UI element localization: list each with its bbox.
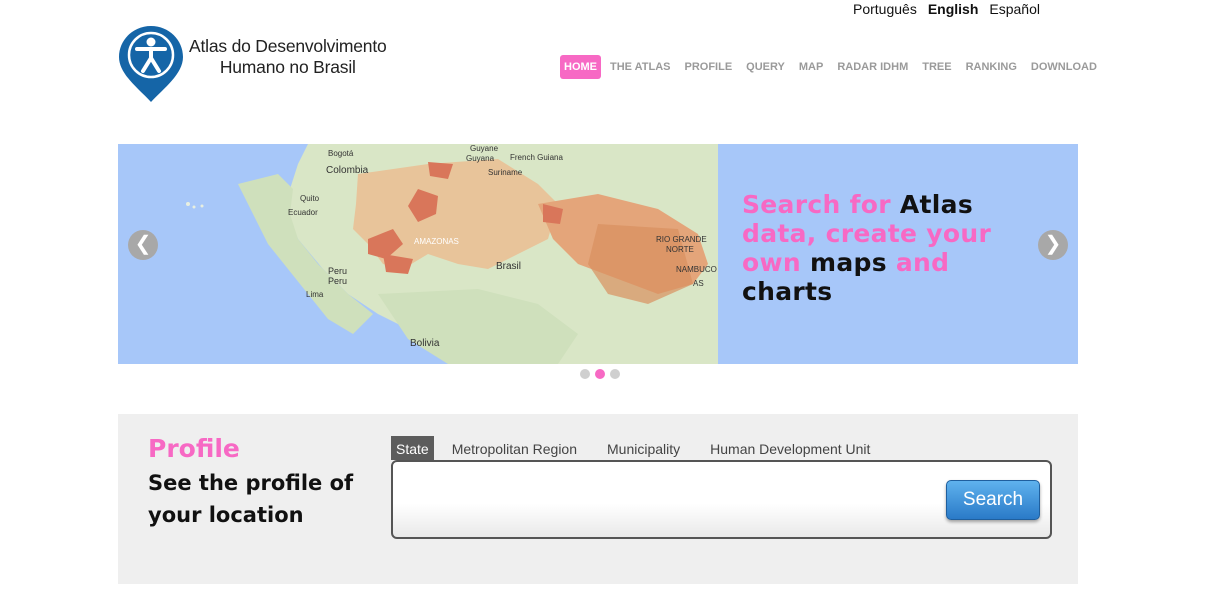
map-label-lima: Lima [306,290,324,299]
map-label-guyana: Guyana [466,154,495,163]
map-label-nambuco: NAMBUCO [676,265,717,274]
nav-profile[interactable]: PROFILE [678,55,740,79]
carousel-dot-2[interactable] [595,369,605,379]
location-type-tabs: State Metropolitan Region Municipality H… [391,436,885,460]
map-label-brasil: Brasil [496,261,521,272]
map-label-quito: Quito [300,194,320,203]
map-label-bolivia: Bolivia [410,338,440,349]
language-selector: Português English Español [853,1,1040,17]
language-english[interactable]: English [928,1,979,17]
hero-text-own: own [742,248,810,277]
map-label-rio-grande: RIO GRANDE [656,235,707,244]
language-espanol[interactable]: Español [989,1,1040,17]
search-button[interactable]: Search [946,480,1040,520]
logo-line-1: Atlas do Desenvolvimento [189,36,387,56]
profile-title: Profile [148,434,240,463]
chevron-left-icon: ❮ [134,233,152,255]
hero-headline-line-3: own maps and [742,248,991,277]
nav-radar-idhm[interactable]: RADAR IDHM [830,55,915,79]
logo-line-2: Humano no Brasil [219,57,356,77]
nav-query[interactable]: QUERY [739,55,792,79]
nav-ranking[interactable]: RANKING [959,55,1024,79]
site-logo[interactable]: Atlas do Desenvolvimento Humano no Brasi… [118,24,418,104]
map-label-colombia: Colombia [326,165,369,176]
nav-download[interactable]: DOWNLOAD [1024,55,1104,79]
carousel-prev-button[interactable]: ❮ [128,230,158,260]
map-label-french-guiana: French Guiana [510,153,563,162]
carousel-next-button[interactable]: ❯ [1038,230,1068,260]
tab-human-development-unit[interactable]: Human Development Unit [695,436,885,460]
nav-map[interactable]: MAP [792,55,830,79]
carousel-dot-3[interactable] [610,369,620,379]
hero-text-data-create: data, create your [742,219,992,248]
map-label-peru-2: Peru [328,276,347,286]
search-box: Search [391,460,1052,539]
profile-search-panel: Profile See the profile of your location… [118,414,1078,584]
main-nav: HOME THE ATLAS PROFILE QUERY MAP RADAR I… [560,55,1104,79]
map-label-peru-1: Peru [328,266,347,276]
map-label-suriname: Suriname [488,168,523,177]
hero-headline-line-1: Search for Atlas [742,190,991,219]
map-label-norte: NORTE [666,245,694,254]
nav-tree[interactable]: TREE [915,55,958,79]
chevron-right-icon: ❯ [1044,233,1062,255]
hero-headline-line-2: data, create your [742,219,991,248]
map-label-amazonas: AMAZONAS [414,237,459,246]
location-search-input[interactable] [401,472,935,524]
logo-text: Atlas do Desenvolvimento Humano no Brasi… [189,36,387,78]
nav-the-atlas[interactable]: THE ATLAS [603,55,678,79]
map-label-guyane: Guyane [470,144,499,153]
hero-text-atlas: Atlas [899,190,973,219]
hero-text-maps: maps [809,248,896,277]
carousel-dot-1[interactable] [580,369,590,379]
nav-home[interactable]: HOME [560,55,601,79]
map-label-as: AS [693,279,704,288]
hero-text-search-for: Search for [742,190,900,219]
hero-carousel: Bogotá Colombia Quito Ecuador Peru Peru … [118,144,1078,364]
tab-state[interactable]: State [391,436,434,460]
tab-municipality[interactable]: Municipality [592,436,695,460]
profile-subtitle: See the profile of your location [148,471,354,527]
carousel-indicators [580,369,620,379]
language-portugues[interactable]: Português [853,1,917,17]
hero-text-and: and [895,248,950,277]
hero-text-charts: charts [742,277,833,306]
brazil-idh-map: Bogotá Colombia Quito Ecuador Peru Peru … [118,144,738,364]
hero-headline: Search for Atlas data, create your own m… [742,190,991,306]
tab-metropolitan-region[interactable]: Metropolitan Region [437,436,592,460]
logo-person-pin-icon [119,26,183,102]
map-label-ecuador: Ecuador [288,208,318,217]
map-label-bogota: Bogotá [328,149,354,158]
hero-headline-line-4: charts [742,277,991,306]
